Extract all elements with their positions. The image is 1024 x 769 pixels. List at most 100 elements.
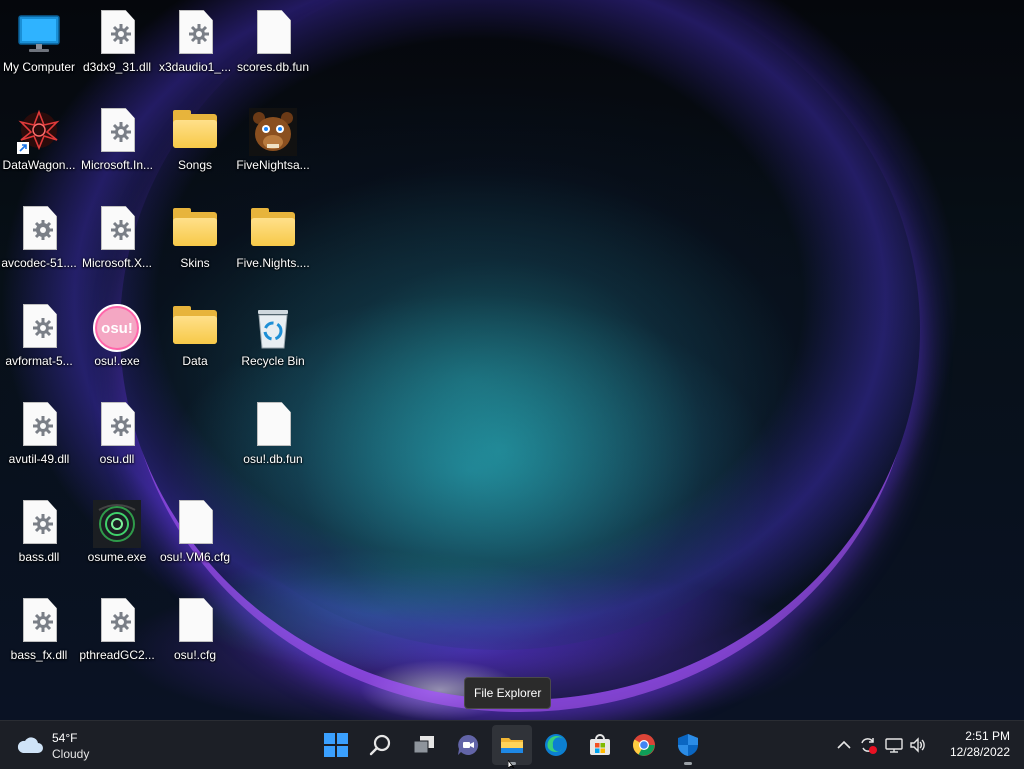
desktop-icon-osu-db[interactable]: osu!.db.fun [234,394,312,490]
desktop-icon-avutil[interactable]: avutil-49.dll [0,394,78,490]
desktop-icon-scores-db[interactable]: scores.db.fun [234,2,312,98]
icon-label: Microsoft.In... [80,158,154,172]
desktop-icon-pthreadgc2[interactable]: pthreadGC2... [78,590,156,686]
desktop-icon-fivenights[interactable]: FiveNightsa... [234,100,312,196]
icon-label: Microsoft.X... [81,256,152,270]
edge-button[interactable] [536,725,576,765]
desktop-icon-osu-dll[interactable]: osu.dll [78,394,156,490]
microsoft-store-icon [590,734,610,755]
edge-icon [545,734,567,756]
desktop-icon-five-nights-folder[interactable]: Five.Nights.... [234,198,312,294]
desktop-icon-d3dx9[interactable]: d3dx9_31.dll [78,2,156,98]
icon-label: x3daudio1_... [158,60,232,74]
search-button[interactable] [360,725,400,765]
shortcut-app-icon [17,109,60,154]
icon-label: FiveNightsa... [236,158,310,172]
windows-logo-icon [324,733,348,757]
weather-condition: Cloudy [52,747,90,761]
dll-file-icon [15,206,63,254]
start-button[interactable] [316,725,356,765]
icon-label: avutil-49.dll [8,452,70,466]
recycle-bin-icon [258,310,288,349]
weather-widget[interactable]: 54°F Cloudy [12,727,132,763]
icon-label: osu!.cfg [173,648,217,662]
icon-label: osu!.db.fun [243,452,303,466]
desktop-icon-bass-dll[interactable]: bass.dll [0,492,78,588]
desktop-icon-avformat[interactable]: avformat-5... [0,296,78,392]
desktop-icon-osu-exe[interactable]: osu! osu!.exe [78,296,156,392]
folder-icon [171,304,219,352]
windows-security-icon [678,734,698,756]
osume-app-icon [93,500,141,548]
microsoft-store-button[interactable] [580,725,620,765]
desktop: My Computer DataWagon... avcodec-51.... … [0,0,1024,720]
dll-file-icon [15,500,63,548]
dll-file-icon [15,598,63,646]
svg-text:osu!: osu! [101,320,133,337]
windows-security-button[interactable] [668,725,708,765]
weather-temp: 54°F [52,731,78,745]
icon-label: osume.exe [87,550,147,564]
clock[interactable]: 2:51 PM 12/28/2022 [950,728,1010,760]
blank-file-icon [171,500,219,548]
icon-label: Skins [180,256,210,270]
chrome-button[interactable] [624,725,664,765]
desktop-icon-osume[interactable]: osume.exe [78,492,156,588]
icon-label: osu!.exe [94,354,140,368]
desktop-icon-recycle-bin[interactable]: Recycle Bin [234,296,312,392]
cloud-icon [17,737,43,753]
icon-label: pthreadGC2... [79,648,155,662]
folder-icon [171,206,219,254]
icon-label: Songs [177,158,213,172]
desktop-icon-avcodec[interactable]: avcodec-51.... [0,198,78,294]
folder-icon [249,206,297,254]
desktop-icon-datawagon[interactable]: DataWagon... [0,100,78,196]
icon-label: avformat-5... [5,354,73,368]
icon-label: My Computer [2,60,76,74]
desktop-icon-x3daudio[interactable]: x3daudio1_... [156,2,234,98]
icon-label: bass_fx.dll [10,648,68,662]
icon-label: d3dx9_31.dll [82,60,152,74]
icon-label: scores.db.fun [236,60,310,74]
freddy-app-icon [249,108,297,156]
desktop-icon-bass-fx[interactable]: bass_fx.dll [0,590,78,686]
file-explorer-tooltip: File Explorer [464,677,552,709]
chrome-icon [633,734,655,756]
file-explorer-icon [501,738,523,753]
icon-label: osu!.VM6.cfg [159,550,231,564]
desktop-icon-data[interactable]: Data [156,296,234,392]
desktop-icon-microsoft-in[interactable]: Microsoft.In... [78,100,156,196]
desktop-icon-songs[interactable]: Songs [156,100,234,196]
desktop-icon-osu-cfg[interactable]: osu!.cfg [156,590,234,686]
icon-label: Recycle Bin [241,354,305,368]
chat-button[interactable] [448,725,488,765]
running-indicator [684,762,692,765]
icon-label: avcodec-51.... [1,256,77,270]
icon-label: bass.dll [18,550,60,564]
desktop-icon-my-computer[interactable]: My Computer [0,2,78,98]
network-icon[interactable] [884,735,904,755]
icon-label: DataWagon... [2,158,76,172]
folder-icon [171,108,219,156]
dll-file-icon [93,10,141,58]
clock-time: 2:51 PM [965,729,1010,743]
volume-icon[interactable] [908,735,928,755]
desktop-icon-skins[interactable]: Skins [156,198,234,294]
mouse-cursor-icon [508,760,515,768]
icon-label: osu.dll [99,452,135,466]
icon-label: Data [182,354,208,368]
dll-file-icon [171,10,219,58]
desktop-icon-osu-vm6-cfg[interactable]: osu!.VM6.cfg [156,492,234,588]
desktop-icon-microsoft-x[interactable]: Microsoft.X... [78,198,156,294]
search-icon [369,734,391,756]
clock-date: 12/28/2022 [949,745,1010,759]
file-explorer-button[interactable] [492,725,532,765]
blank-file-icon [249,402,297,450]
blank-file-icon [249,10,297,58]
system-tray: 2:51 PM 12/28/2022 [834,721,1024,769]
chevron-up-icon[interactable] [834,735,854,755]
osu-app-icon: osu! [93,304,141,352]
sync-alert-icon[interactable] [858,735,878,755]
task-view-button[interactable] [404,725,444,765]
icon-label: Five.Nights.... [236,256,310,270]
